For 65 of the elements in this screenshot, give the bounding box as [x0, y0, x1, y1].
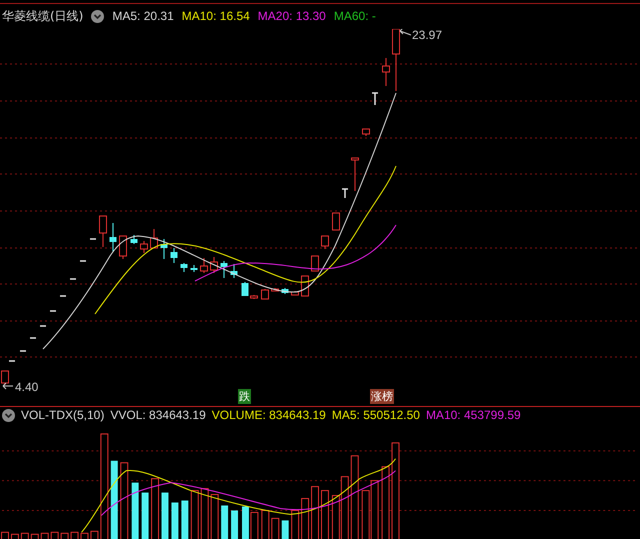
indicator-name: VOL-TDX(5,10) [21, 408, 104, 422]
up-candlestick [311, 255, 319, 272]
stock-title: 华菱线缆(日线) [2, 8, 84, 25]
high-price-label: 23.97 [412, 28, 442, 42]
down-candlestick [242, 281, 248, 296]
volume-legend-label: MA5: 550512.50 [332, 408, 420, 422]
doji-candlestick [30, 337, 36, 339]
volume-legend-label: VVOL: 834643.19 [110, 408, 206, 422]
signal-tag: 涨榜 [370, 388, 394, 404]
up-candlestick [362, 128, 370, 136]
down-candlestick [282, 287, 288, 294]
volume-bar [282, 520, 289, 539]
up-candlestick [291, 290, 299, 296]
up-candlestick [140, 240, 148, 254]
down-candlestick [180, 262, 188, 272]
up-candlestick [392, 28, 400, 92]
up-candlestick [250, 294, 258, 300]
dropdown-icon[interactable] [91, 10, 104, 23]
up-candlestick [99, 215, 107, 248]
down-candlestick [130, 234, 138, 244]
up-candlestick [332, 212, 340, 230]
doji-candlestick [90, 238, 96, 240]
down-candlestick [170, 247, 178, 264]
ma-legend-label: MA20: 13.30 [258, 9, 326, 24]
up-candlestick [301, 275, 309, 296]
ma-legend-label: MA10: 16.54 [182, 9, 250, 24]
doji-candlestick [9, 360, 15, 362]
down-candlestick [230, 263, 238, 278]
ma-legend-label: MA60: - [334, 9, 376, 24]
up-candlestick [382, 57, 390, 86]
signal-tag: 跌 [238, 388, 251, 404]
up-candlestick [150, 228, 158, 248]
volume-bar [181, 500, 188, 539]
up-candlestick [351, 157, 359, 192]
up-candlestick [200, 257, 208, 274]
volume-legend-label: MA10: 453799.59 [426, 408, 521, 422]
doji-candlestick [372, 92, 378, 105]
down-candlestick [220, 260, 228, 278]
dropdown-icon[interactable] [2, 408, 15, 422]
doji-candlestick [70, 278, 76, 280]
volume-bar [231, 510, 238, 539]
doji-candlestick [40, 325, 46, 327]
doji-candlestick [50, 310, 56, 312]
low-price-label: 4.40 [15, 380, 38, 394]
down-candlestick [160, 238, 168, 260]
up-candlestick [210, 256, 218, 274]
down-candlestick [110, 222, 116, 252]
down-candlestick [190, 264, 198, 272]
leader-line [2, 382, 14, 390]
leader-line [400, 28, 412, 36]
volume-bar [132, 482, 139, 539]
up-candlestick [321, 235, 329, 250]
volume-legend-label: VOLUME: 834643.19 [212, 408, 326, 422]
doji-candlestick [80, 260, 86, 262]
volume-bar [162, 492, 168, 539]
doji-candlestick [20, 350, 26, 352]
volume-bar [171, 502, 178, 539]
up-candlestick [261, 288, 269, 300]
ma-legend-label: MA5: 20.31 [112, 9, 174, 24]
up-candlestick [271, 287, 279, 292]
up-candlestick [119, 235, 127, 260]
volume-bar [142, 492, 149, 539]
volume-bar [221, 505, 228, 539]
doji-candlestick [342, 188, 348, 198]
doji-candlestick [60, 295, 66, 297]
